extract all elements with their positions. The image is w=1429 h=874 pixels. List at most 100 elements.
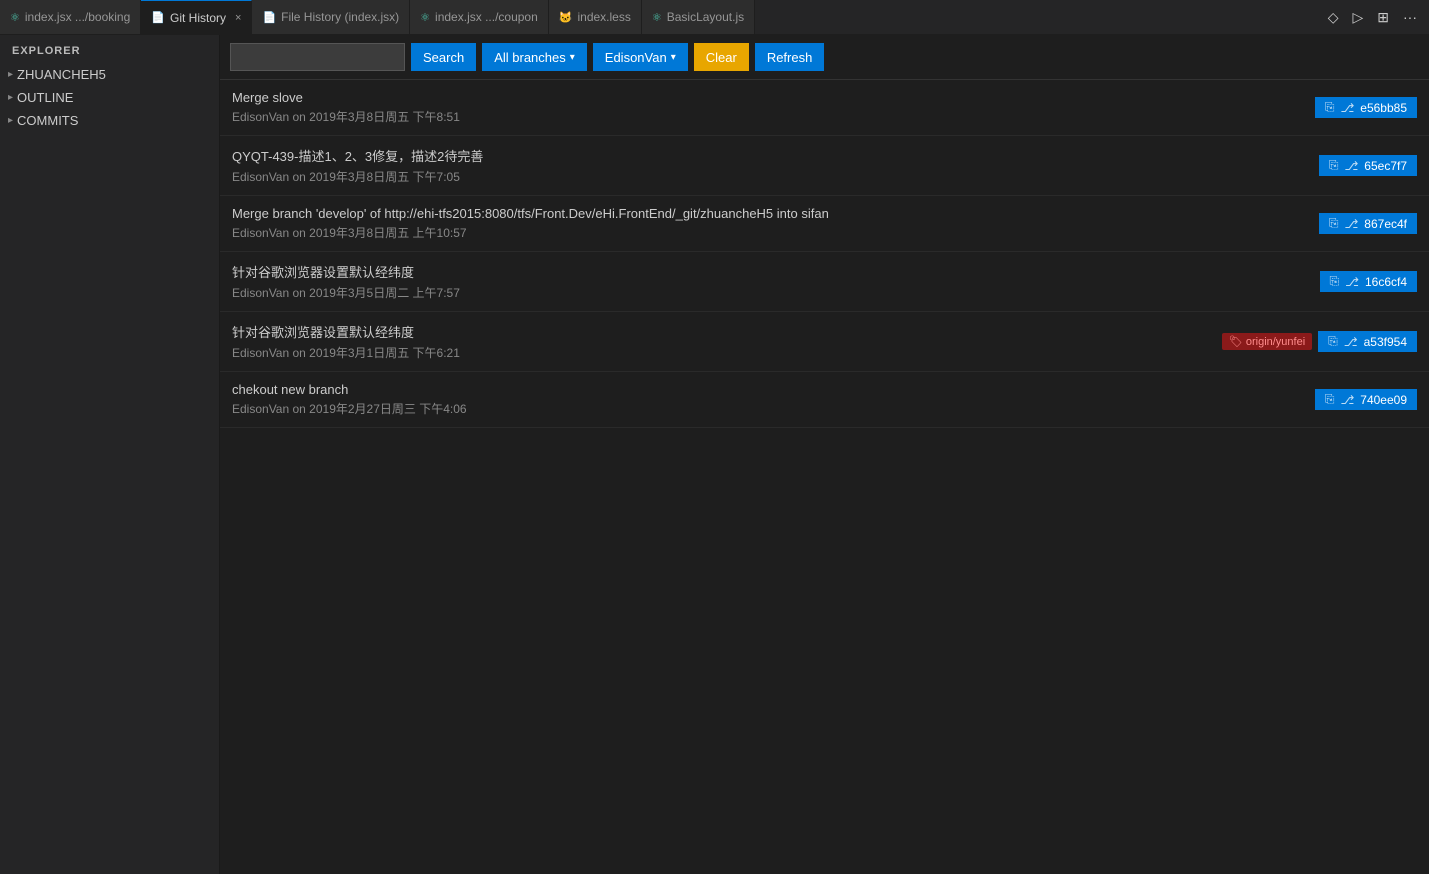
tab-file-history-label: File History (index.jsx) [281, 10, 399, 24]
commit-meta: EdisonVan on 2019年3月1日周五 下午6:21 [232, 344, 1222, 361]
sidebar-title: EXPLORER [0, 35, 219, 63]
split-icon[interactable]: ◇ [1324, 7, 1343, 28]
sidebar-arrow-zhuancheh5: ▸ [8, 69, 13, 80]
sidebar-item-outline[interactable]: ▸ OUTLINE [0, 86, 219, 109]
search-input[interactable] [230, 43, 405, 71]
toolbar: Search All branches ▾ EdisonVan ▾ Clear … [220, 35, 1429, 80]
hash-badge[interactable]: ⎘ ⎇ 867ec4f [1319, 213, 1417, 234]
hash-badge[interactable]: ⎘⎇16c6cf4 [1320, 271, 1417, 292]
copy-icon: ⎘ [1325, 392, 1335, 407]
tab-indexless[interactable]: 🐱 index.less [549, 0, 642, 34]
commit-info: 针对谷歌浏览器设置默认经纬度 EdisonVan on 2019年3月1日周五 下… [232, 322, 1222, 361]
commit-row[interactable]: 针对谷歌浏览器设置默认经纬度 EdisonVan on 2019年3月5日周二 上… [220, 252, 1429, 312]
branch-icon: ⎇ [1344, 335, 1358, 349]
tab-basiclayout-icon: ⚛ [652, 11, 662, 24]
commit-meta: EdisonVan on 2019年3月8日周五 下午8:51 [232, 108, 1315, 125]
user-button[interactable]: EdisonVan ▾ [593, 43, 688, 71]
tab-file-history[interactable]: 📄 File History (index.jsx) [252, 0, 410, 34]
commit-message: chekout new branch [232, 382, 1315, 397]
copy-icon: ⎘ [1329, 158, 1339, 173]
tab-indexjsx-booking[interactable]: ⚛ index.jsx .../booking [0, 0, 141, 34]
commit-row[interactable]: chekout new branch EdisonVan on 2019年2月27… [220, 372, 1429, 428]
commit-list: Merge slove EdisonVan on 2019年3月8日周五 下午8:… [220, 80, 1429, 874]
sidebar-item-commits[interactable]: ▸COMMITS [0, 109, 219, 132]
layout-icon[interactable]: ⊞ [1373, 7, 1393, 28]
tab-basiclayout-label: BasicLayout.js [667, 10, 744, 24]
commit-info: Merge branch 'develop' of http://ehi-tfs… [232, 206, 1319, 241]
branch-icon: ⎇ [1344, 159, 1358, 173]
more-icon[interactable]: ··· [1399, 7, 1421, 27]
copy-icon: ⎘ [1330, 274, 1340, 289]
commit-info: QYQT-439-描述1、2、3修复，描述2待完善 EdisonVan on 20… [232, 146, 1319, 185]
branches-dropdown-arrow: ▾ [570, 52, 575, 63]
hash-text: 867ec4f [1364, 217, 1407, 231]
search-button[interactable]: Search [411, 43, 476, 71]
sidebar-arrow-commits: ▸ [8, 115, 13, 126]
commit-message: Merge slove [232, 90, 1315, 105]
copy-icon: ⎘ [1325, 100, 1335, 115]
tab-bar: ⚛ index.jsx .../booking 📄 Git History × 📄 File… [0, 0, 1429, 35]
hash-text: a53f954 [1364, 335, 1407, 349]
commit-info: Merge slove EdisonVan on 2019年3月8日周五 下午8:… [232, 90, 1315, 125]
commit-message: 针对谷歌浏览器设置默认经纬度 [232, 322, 1222, 341]
all-branches-button[interactable]: All branches ▾ [482, 43, 587, 71]
branch-icon: ⎇ [1340, 393, 1354, 407]
refresh-button[interactable]: Refresh [755, 43, 825, 71]
user-label: EdisonVan [605, 50, 667, 65]
sidebar: EXPLORER ▸ ZHUANCHEH5 ▸ OUTLINE ▸COMMITS [0, 35, 220, 874]
commit-right: ⎘ ⎇ 65ec7f7 [1319, 155, 1417, 176]
tab-git-history[interactable]: 📄Git History× [141, 0, 252, 34]
commit-right: 🏷 origin/yunfei ⎘ ⎇ a53f954 [1222, 331, 1417, 352]
commit-row[interactable]: QYQT-439-描述1、2、3修复，描述2待完善 EdisonVan on 20… [220, 136, 1429, 196]
tab-spacer [755, 0, 1316, 34]
tab-indexless-icon: 🐱 [559, 11, 573, 24]
sidebar-arrow-outline: ▸ [8, 92, 13, 103]
commit-message: Merge branch 'develop' of http://ehi-tfs… [232, 206, 1319, 221]
main-layout: EXPLORER ▸ ZHUANCHEH5 ▸ OUTLINE ▸COMMITS Sea… [0, 35, 1429, 874]
tab-indexless-label: index.less [577, 10, 630, 24]
tab-file-history-icon: 📄 [262, 11, 276, 24]
commit-right: ⎘⎇16c6cf4 [1320, 271, 1417, 292]
commit-meta: EdisonVan on 2019年2月27日周三 下午4:06 [232, 400, 1315, 417]
tab-git-history-close[interactable]: × [235, 12, 241, 24]
hash-text: 65ec7f7 [1364, 159, 1407, 173]
commit-message: 针对谷歌浏览器设置默认经纬度 [232, 262, 1320, 281]
commit-row[interactable]: 针对谷歌浏览器设置默认经纬度 EdisonVan on 2019年3月1日周五 下… [220, 312, 1429, 372]
copy-icon: ⎘ [1328, 334, 1338, 349]
hash-badge[interactable]: ⎘ ⎇ e56bb85 [1315, 97, 1417, 118]
tab-indexjsx-booking-label: index.jsx .../booking [25, 10, 130, 24]
tab-git-history-label: Git History [170, 11, 226, 25]
sidebar-item-zhuancheh5[interactable]: ▸ ZHUANCHEH5 [0, 63, 219, 86]
commit-row[interactable]: Merge slove EdisonVan on 2019年3月8日周五 下午8:… [220, 80, 1429, 136]
hash-badge[interactable]: ⎘ ⎇ 65ec7f7 [1319, 155, 1417, 176]
commit-meta: EdisonVan on 2019年3月5日周二 上午7:57 [232, 284, 1320, 301]
hash-badge[interactable]: ⎘ ⎇ a53f954 [1318, 331, 1417, 352]
hash-text: 740ee09 [1360, 393, 1407, 407]
commit-message: QYQT-439-描述1、2、3修复，描述2待完善 [232, 146, 1319, 165]
hash-badge[interactable]: ⎘ ⎇ 740ee09 [1315, 389, 1417, 410]
branch-icon: ⎇ [1340, 101, 1354, 115]
hash-text: e56bb85 [1360, 101, 1407, 115]
tab-basiclayout[interactable]: ⚛ BasicLayout.js [642, 0, 755, 34]
commit-right: ⎘ ⎇ 740ee09 [1315, 389, 1417, 410]
commit-info: chekout new branch EdisonVan on 2019年2月27… [232, 382, 1315, 417]
copy-icon: ⎘ [1329, 216, 1339, 231]
commit-info: 针对谷歌浏览器设置默认经纬度 EdisonVan on 2019年3月5日周二 上… [232, 262, 1320, 301]
tab-indexjsx-coupon-label: index.jsx .../coupon [435, 10, 538, 24]
branches-label: All branches [494, 50, 566, 65]
tab-actions: ◇ ▷ ⊞ ··· [1316, 0, 1429, 34]
commit-row[interactable]: Merge branch 'develop' of http://ehi-tfs… [220, 196, 1429, 252]
tab-indexjsx-booking-icon: ⚛ [10, 11, 20, 24]
content-area: Search All branches ▾ EdisonVan ▾ Clear … [220, 35, 1429, 874]
sidebar-label-zhuancheh5: ZHUANCHEH5 [17, 67, 106, 82]
branch-icon: ⎇ [1344, 217, 1358, 231]
tab-indexjsx-coupon[interactable]: ⚛index.jsx .../coupon [410, 0, 549, 34]
branch-icon: ⎇ [1345, 275, 1359, 289]
origin-badge: 🏷 origin/yunfei [1222, 333, 1312, 350]
sidebar-label-outline: OUTLINE [17, 90, 73, 105]
commit-meta: EdisonVan on 2019年3月8日周五 上午10:57 [232, 224, 1319, 241]
commit-meta: EdisonVan on 2019年3月8日周五 下午7:05 [232, 168, 1319, 185]
run-icon[interactable]: ▷ [1348, 7, 1367, 28]
clear-button[interactable]: Clear [694, 43, 749, 71]
commit-right: ⎘ ⎇ e56bb85 [1315, 97, 1417, 118]
